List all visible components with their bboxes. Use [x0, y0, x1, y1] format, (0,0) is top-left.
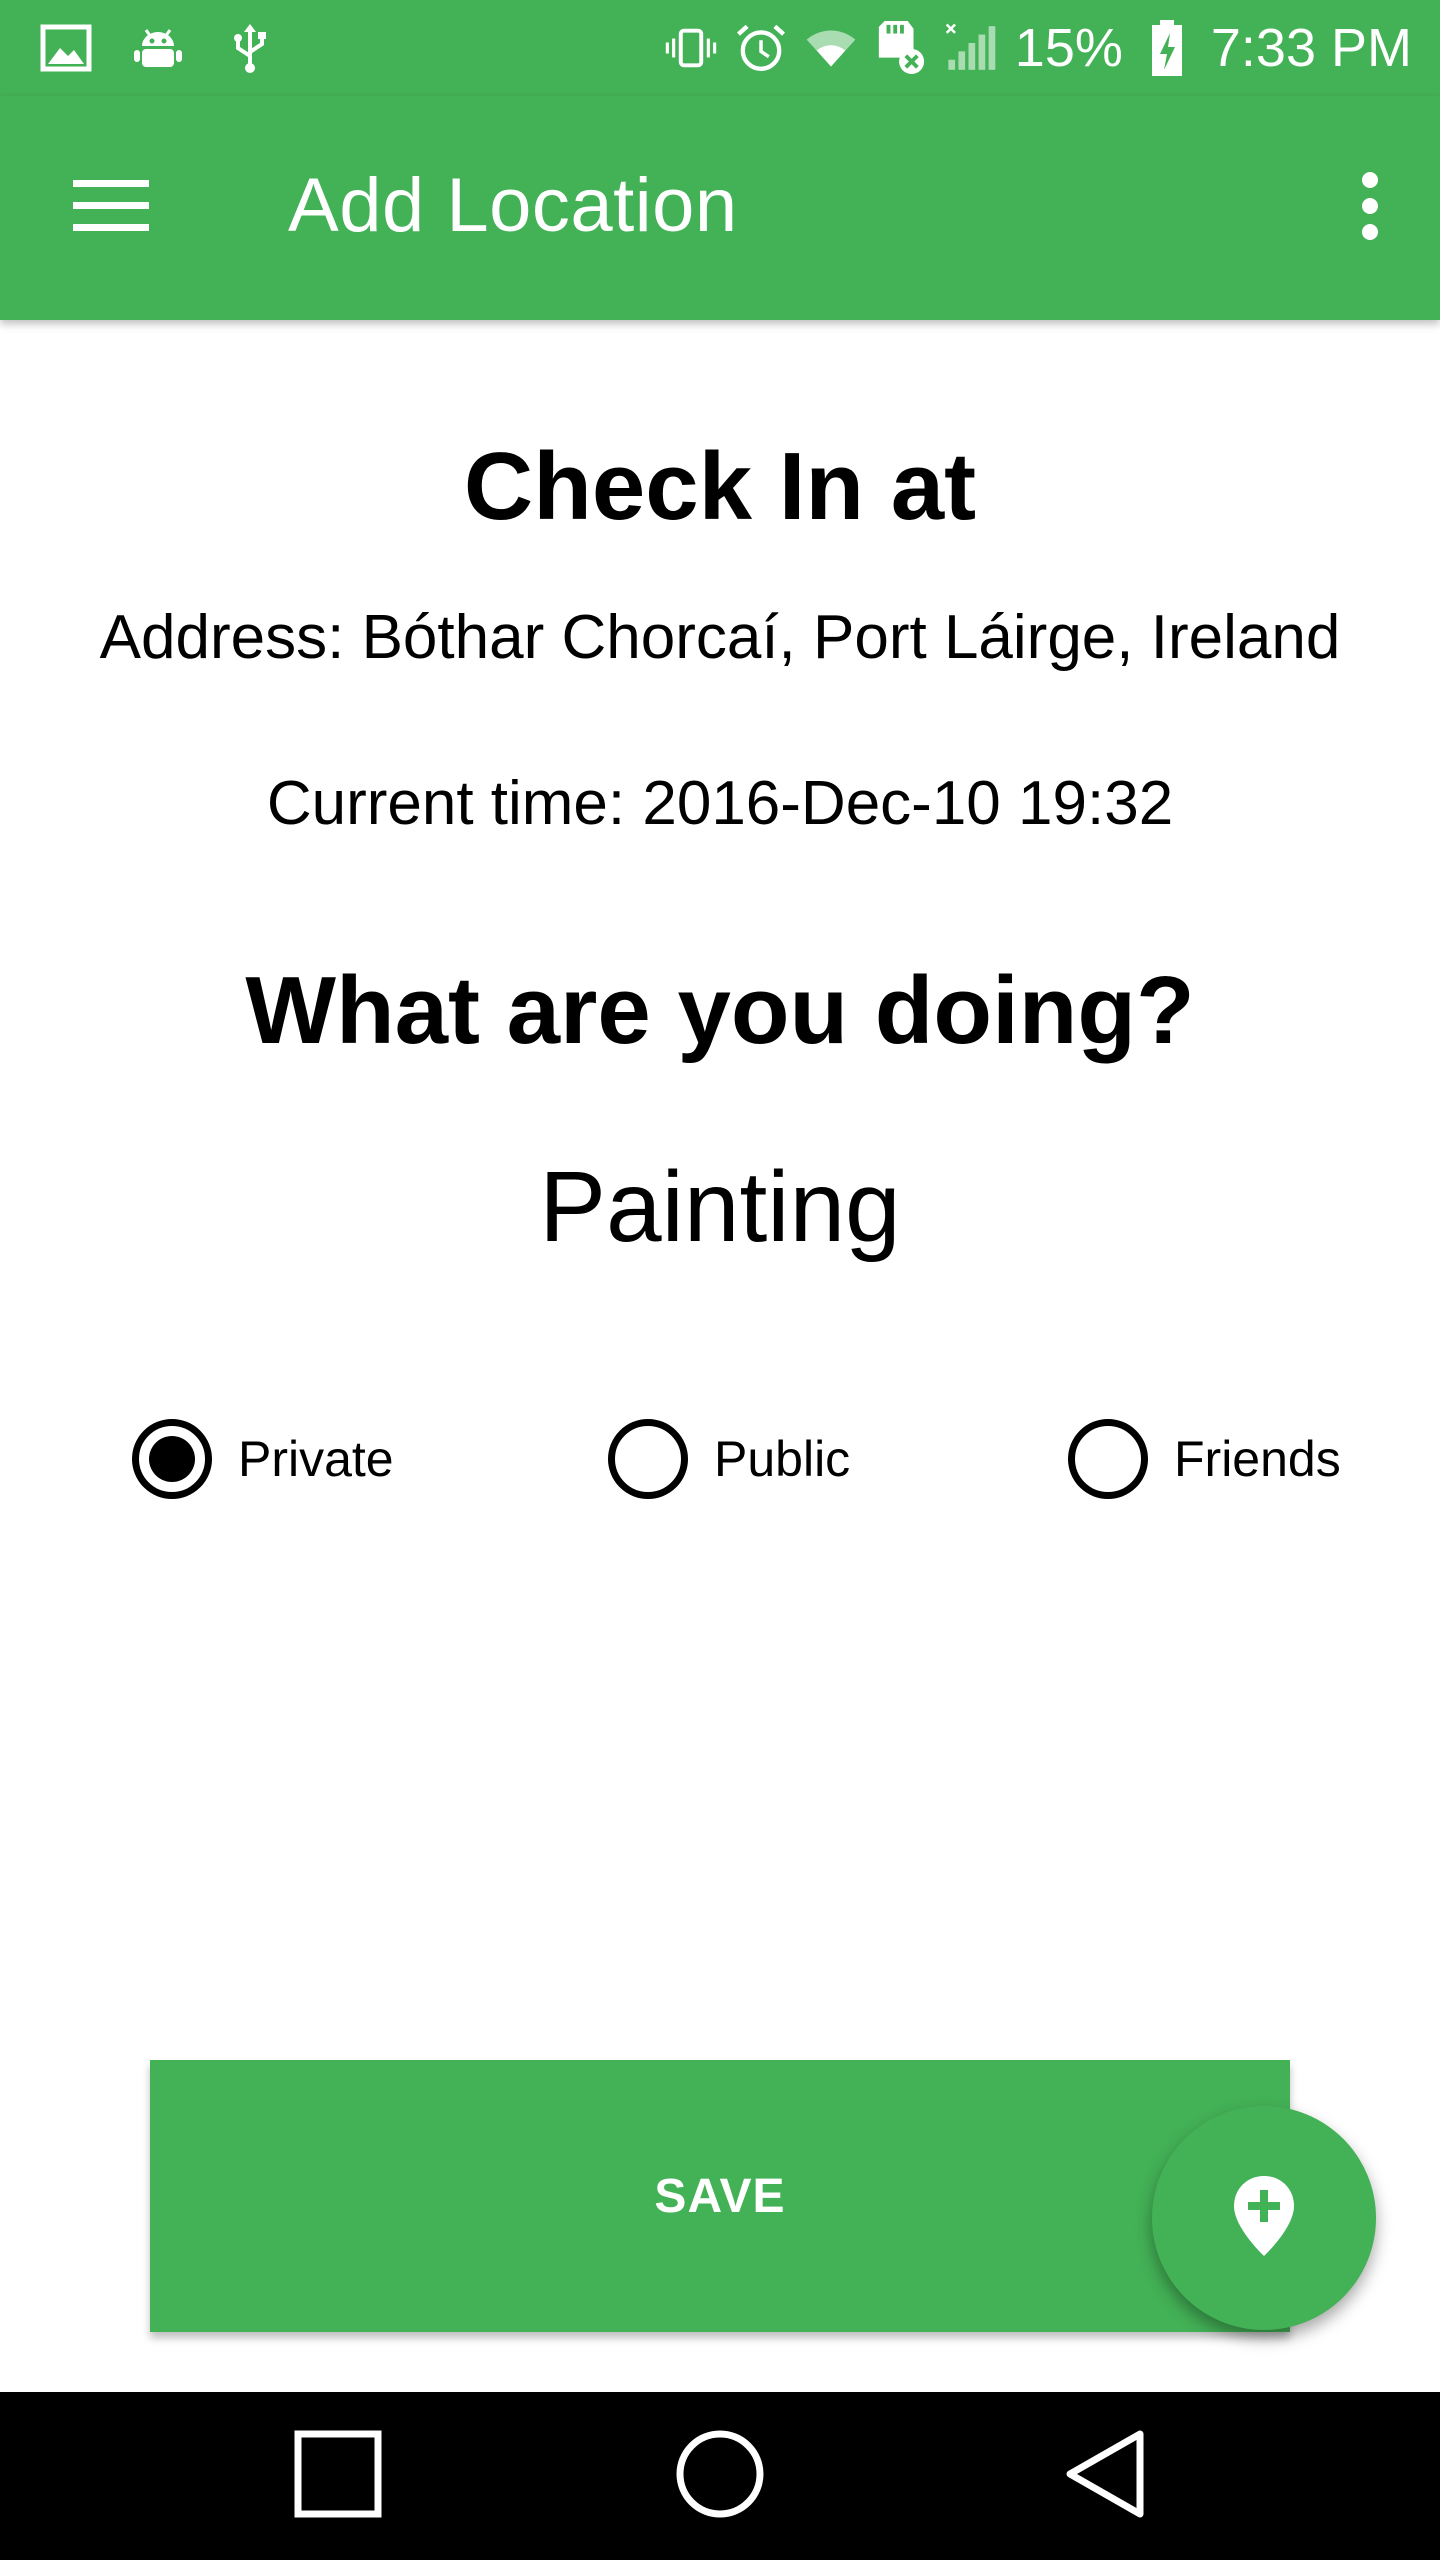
- radio-button-unchecked[interactable]: [1068, 1419, 1148, 1499]
- radio-friends[interactable]: Friends: [1068, 1404, 1341, 1514]
- gallery-icon: [40, 22, 92, 74]
- status-time: 7:33 PM: [1210, 18, 1412, 78]
- alarm-icon: [735, 22, 787, 74]
- status-bar: 15% 7:33 PM: [0, 0, 1440, 96]
- radio-label-public: Public: [714, 1431, 851, 1487]
- battery-charging-icon: [1141, 20, 1193, 76]
- visibility-radio-group: Private Public Friends: [0, 1404, 1440, 1514]
- radio-public[interactable]: Public: [608, 1404, 850, 1514]
- radio-label-friends: Friends: [1174, 1431, 1341, 1487]
- home-button[interactable]: [660, 2416, 780, 2536]
- vibrate-icon: [665, 22, 717, 74]
- add-location-fab[interactable]: [1152, 2106, 1376, 2330]
- back-icon: [1062, 2428, 1146, 2525]
- save-button[interactable]: SAVE: [150, 2060, 1290, 2332]
- add-location-icon: [1232, 2174, 1296, 2263]
- recent-apps-icon: [293, 2429, 383, 2524]
- overflow-menu-button[interactable]: [1330, 158, 1410, 258]
- recent-apps-button[interactable]: [278, 2416, 398, 2536]
- current-time-text: Current time: 2016-Dec-10 19:32: [266, 769, 1174, 838]
- menu-button[interactable]: [56, 158, 166, 258]
- status-system-icons: 15% 7:33 PM: [665, 14, 1412, 82]
- cell-signal-icon: [945, 22, 997, 74]
- radio-button-checked[interactable]: [132, 1419, 212, 1499]
- address-text: Address: Bóthar Chorcaí, Port Láirge, Ir…: [99, 603, 1341, 672]
- navigation-bar: [0, 2392, 1440, 2560]
- sd-card-error-icon: [875, 21, 927, 74]
- home-icon: [674, 2428, 766, 2525]
- android-debug-icon: [132, 22, 184, 74]
- activity-value[interactable]: Painting: [0, 1150, 1440, 1265]
- status-notification-icons: [40, 18, 276, 78]
- activity-question: What are you doing?: [245, 957, 1195, 1064]
- usb-icon: [224, 22, 276, 74]
- hamburger-menu-icon: [73, 178, 149, 239]
- back-button[interactable]: [1044, 2416, 1164, 2536]
- wifi-icon: [805, 22, 857, 74]
- radio-private[interactable]: Private: [132, 1404, 394, 1514]
- radio-label-private: Private: [238, 1431, 394, 1487]
- more-vert-icon: [1360, 171, 1380, 245]
- app-bar: Add Location: [0, 96, 1440, 320]
- check-in-heading: Check In at: [463, 433, 977, 540]
- radio-button-unchecked[interactable]: [608, 1419, 688, 1499]
- battery-percent: 15%: [1014, 18, 1123, 78]
- page-title: Add Location: [288, 163, 738, 248]
